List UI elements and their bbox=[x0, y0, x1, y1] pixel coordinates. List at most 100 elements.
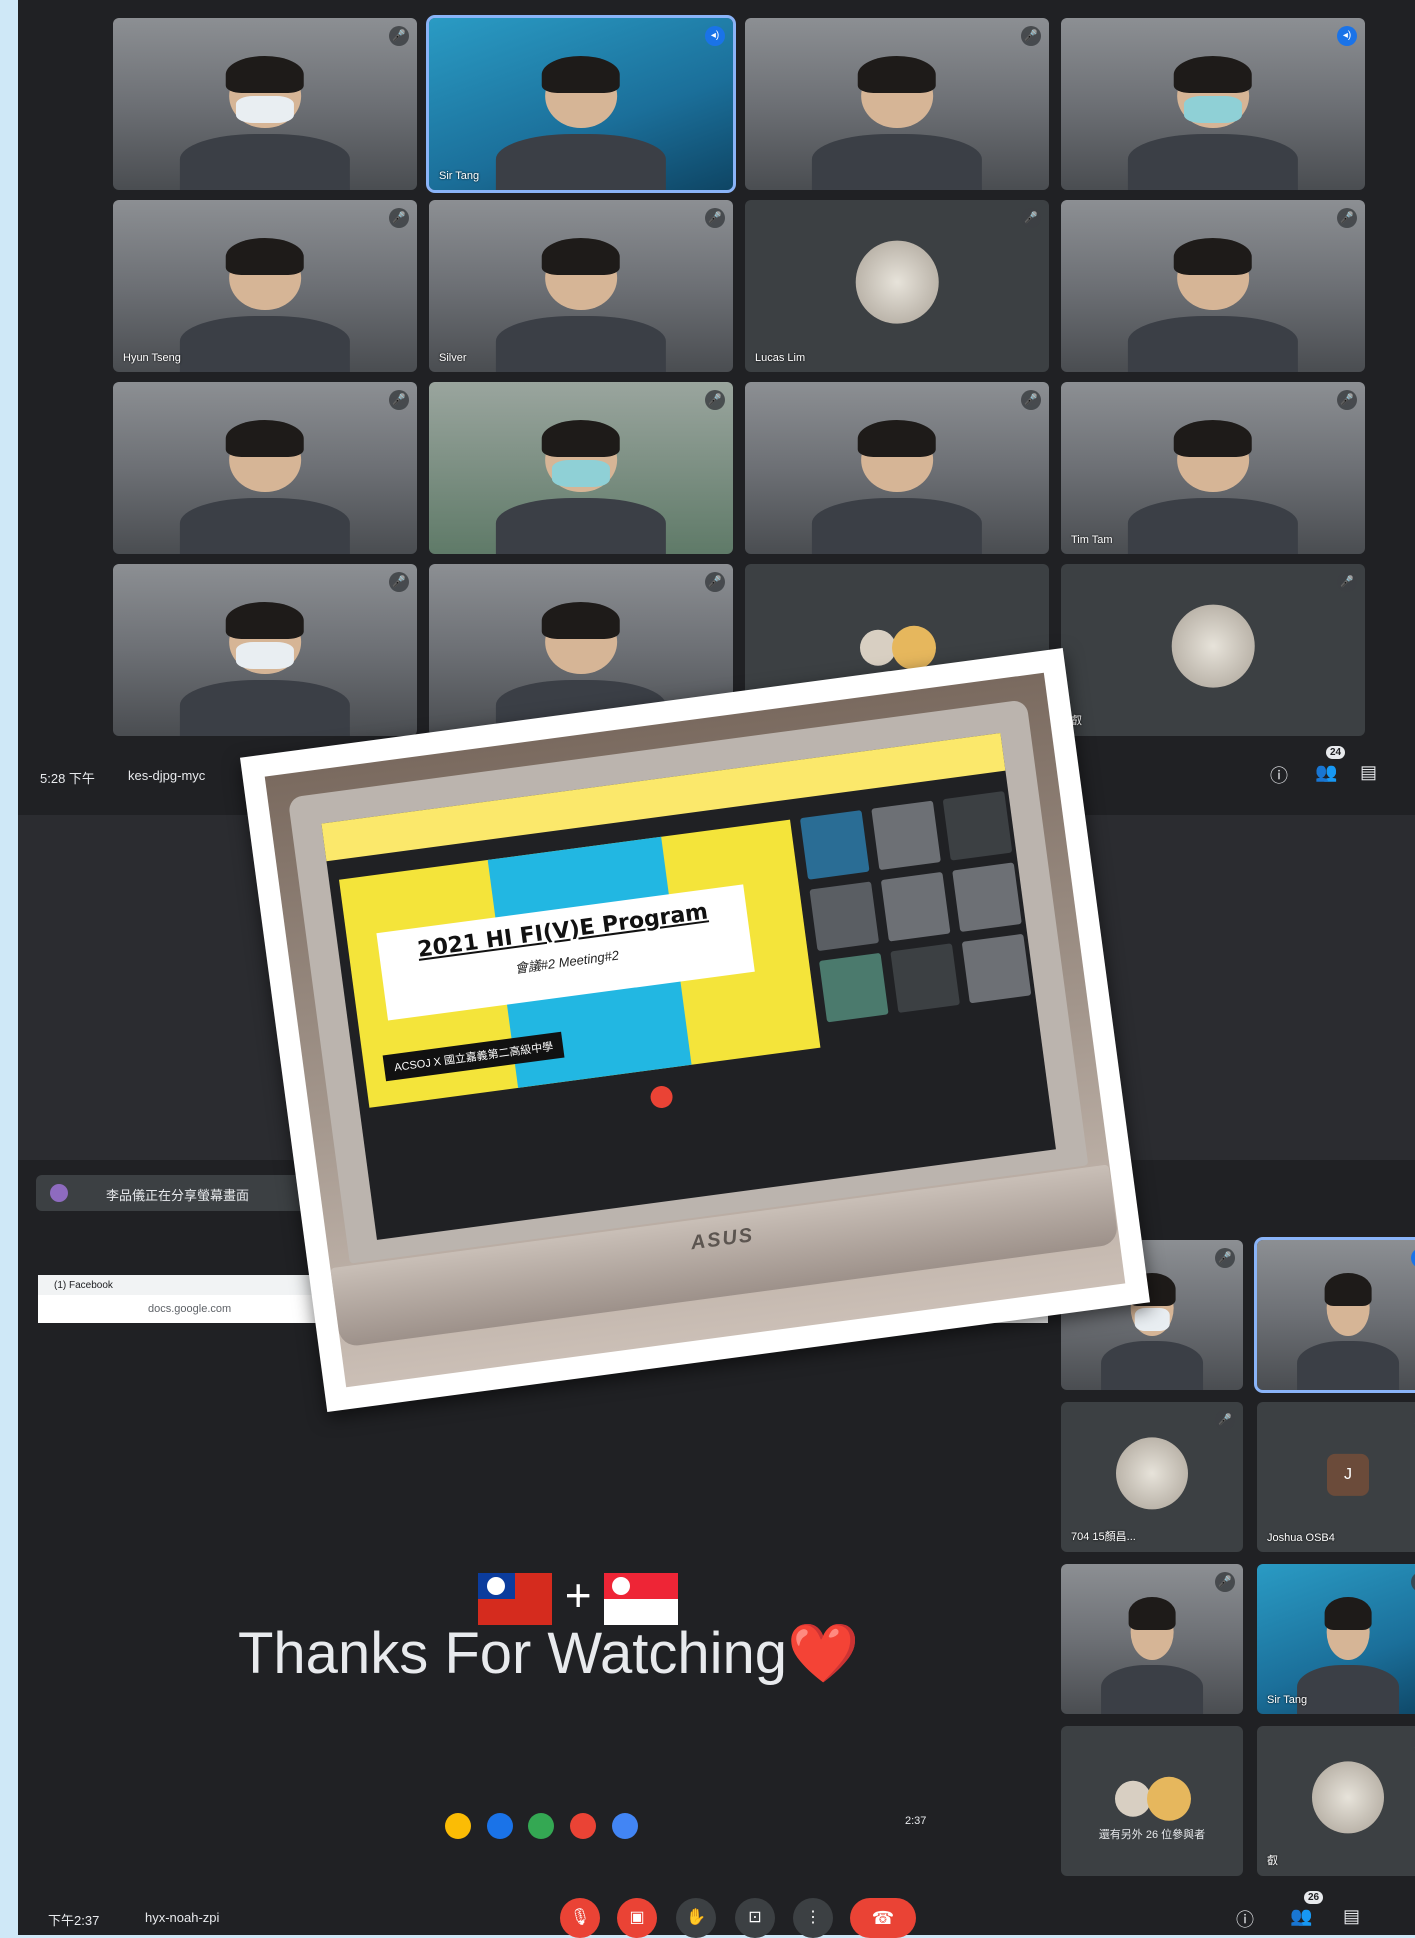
participant-name: Sir Tang bbox=[439, 170, 480, 182]
play-store-icon[interactable] bbox=[528, 1813, 554, 1839]
people-icon[interactable]: 👥 bbox=[1315, 762, 1337, 783]
taiwan-flag-icon bbox=[478, 1572, 552, 1625]
camera-off-button[interactable]: ▣ bbox=[617, 1898, 657, 1938]
participant-tile[interactable]: 🎤 704 15顏昌... bbox=[1061, 1402, 1243, 1552]
participant-tile[interactable]: 🎤 bbox=[745, 18, 1049, 190]
participant-video bbox=[1101, 1597, 1203, 1714]
participant-tile[interactable]: 🎤 bbox=[113, 382, 417, 554]
mic-muted-icon: 🎤 bbox=[705, 390, 725, 410]
participant-tile[interactable]: ◂) bbox=[1254, 1237, 1415, 1393]
mini-tile bbox=[961, 933, 1032, 1004]
participant-tile[interactable]: 🎤 bbox=[1061, 1564, 1243, 1714]
presentation-slide: 2021 HI FI(V)E Program 會議#2 Meeting#2 AC… bbox=[339, 819, 821, 1108]
laptop-mini-grid bbox=[799, 790, 1044, 1046]
participant-tile[interactable]: 🎤 Tim Tam bbox=[1061, 382, 1365, 554]
participant-video bbox=[179, 601, 351, 736]
participant-tile[interactable]: 🎤 Silver bbox=[429, 200, 733, 372]
laptop-brand: ASUS bbox=[689, 1224, 756, 1255]
mic-off-button[interactable]: 🎙 bbox=[560, 1898, 600, 1938]
participant-count-badge-bottom: 26 bbox=[1304, 1891, 1324, 1904]
participant-video bbox=[495, 55, 667, 190]
presenter-avatar bbox=[50, 1184, 68, 1202]
participant-video bbox=[1297, 1597, 1399, 1714]
mic-muted-icon: 🎤 bbox=[1411, 1410, 1415, 1430]
browser-url-text: docs.google.com bbox=[148, 1303, 232, 1315]
participant-name: Lucas Lim bbox=[755, 352, 806, 364]
participant-tile[interactable]: 🎤 bbox=[113, 564, 417, 736]
leave-call-button[interactable]: ☎ bbox=[850, 1898, 916, 1938]
laptop-photo: 2021 HI FI(V)E Program 會議#2 Meeting#2 AC… bbox=[240, 648, 1150, 1412]
raise-hand-button[interactable]: ✋ bbox=[676, 1898, 716, 1938]
participant-video bbox=[495, 237, 667, 372]
participant-tile[interactable]: ◂) Sir Tang bbox=[426, 15, 736, 193]
chat-icon-bottom[interactable]: ▤ bbox=[1343, 1906, 1360, 1927]
more-options-button[interactable]: ⋮ bbox=[793, 1898, 833, 1938]
participant-tile[interactable]: 🎤叡 bbox=[1061, 564, 1365, 736]
participant-video bbox=[179, 55, 351, 190]
present-button[interactable]: ⊡ bbox=[735, 1898, 775, 1938]
participant-tile[interactable]: 🎤 bbox=[429, 382, 733, 554]
participant-tile[interactable]: 🎤 Hyun Tseng bbox=[113, 200, 417, 372]
participant-tile[interactable]: 🎤 bbox=[745, 382, 1049, 554]
participant-tile[interactable]: J 🎤 Joshua OSB4 bbox=[1257, 1402, 1415, 1552]
participant-tile[interactable]: 🎤 bbox=[113, 18, 417, 190]
info-icon[interactable]: ⓘ bbox=[1270, 762, 1288, 788]
presenting-banner-text: 李品儀正在分享螢幕畫面 bbox=[106, 1188, 250, 1203]
mic-muted-icon: 🎤 bbox=[389, 390, 409, 410]
info-icon-bottom[interactable]: ⓘ bbox=[1236, 1906, 1254, 1932]
laptop-photo-content: 2021 HI FI(V)E Program 會議#2 Meeting#2 AC… bbox=[264, 672, 1126, 1388]
mini-tile bbox=[890, 943, 960, 1013]
avatar bbox=[860, 629, 896, 666]
laptop-lid: 2021 HI FI(V)E Program 會議#2 Meeting#2 AC… bbox=[287, 699, 1089, 1264]
meeting-code-bottom: hyx-noah-zpi bbox=[145, 1910, 220, 1925]
participant-video bbox=[179, 237, 351, 372]
participant-name: Tim Tam bbox=[1071, 534, 1113, 546]
meeting-code: kes-djpg-myc bbox=[128, 768, 206, 783]
flags-plus: + bbox=[564, 1569, 592, 1621]
mic-muted-icon: 🎤 bbox=[1021, 26, 1041, 46]
avatar bbox=[892, 625, 936, 670]
chat-icon[interactable]: ▤ bbox=[1360, 762, 1377, 783]
photos-icon[interactable] bbox=[570, 1813, 596, 1839]
mic-muted-icon: 🎤 bbox=[1411, 1572, 1415, 1592]
mic-muted-icon: 🎤 bbox=[1021, 208, 1041, 228]
mini-tile bbox=[799, 810, 870, 880]
avatar bbox=[855, 240, 939, 324]
people-icon-bottom[interactable]: 👥 bbox=[1290, 1906, 1312, 1927]
browser-tab[interactable]: (1) Facebook bbox=[38, 1275, 348, 1295]
participant-video bbox=[1127, 55, 1299, 190]
more-participants-label: 還有另外 26 位參與者 bbox=[1098, 1829, 1206, 1841]
files-icon[interactable] bbox=[487, 1813, 513, 1839]
top-meeting-screenshot: 🎤 ◂) Sir Tang 🎤 ◂) 🎤 Hyun Tseng 🎤 Silver 🎤 Lucas L… bbox=[18, 0, 1415, 815]
participant-tile[interactable]: 還有另外 26 位參與者 bbox=[1061, 1726, 1243, 1876]
participant-tile[interactable]: 🎤 Sir Tang bbox=[1257, 1564, 1415, 1714]
participant-tile[interactable]: 🎤 bbox=[1061, 200, 1365, 372]
avatar-letter: J bbox=[1327, 1453, 1369, 1496]
speaking-indicator-icon: ◂) bbox=[1411, 1248, 1415, 1268]
participant-tile[interactable]: 🎤叡 bbox=[1257, 1726, 1415, 1876]
mini-tile bbox=[818, 952, 889, 1023]
speaking-indicator-icon: ◂) bbox=[705, 26, 725, 46]
thanks-text: Thanks For Watching❤️ bbox=[238, 1620, 859, 1688]
mic-muted-icon: 🎤 bbox=[389, 26, 409, 46]
avatar-group bbox=[852, 625, 942, 670]
participant-video bbox=[495, 419, 667, 554]
participant-name: 704 15顏昌... bbox=[1071, 1531, 1136, 1543]
participant-tile[interactable]: 🎤 Lucas Lim bbox=[745, 200, 1049, 372]
avatar bbox=[1147, 1776, 1191, 1821]
participant-name: 叡 bbox=[1267, 1855, 1278, 1867]
mini-tile bbox=[871, 800, 941, 871]
meeting-time-bottom: 下午2:37 bbox=[48, 1913, 100, 1928]
meeting-time: 5:28 下午 bbox=[40, 771, 95, 786]
avatar bbox=[1171, 604, 1255, 688]
participant-video bbox=[811, 419, 983, 554]
participant-name: Silver bbox=[439, 352, 467, 364]
mini-tile bbox=[942, 791, 1013, 861]
docs-icon[interactable] bbox=[612, 1813, 638, 1839]
shelf-status-time: 2:37 bbox=[905, 1815, 927, 1827]
chrome-icon[interactable] bbox=[445, 1813, 471, 1839]
participant-tile[interactable]: ◂) bbox=[1061, 18, 1365, 190]
participant-video bbox=[1127, 419, 1299, 554]
mini-tile bbox=[952, 862, 1022, 933]
mic-muted-icon: 🎤 bbox=[389, 208, 409, 228]
